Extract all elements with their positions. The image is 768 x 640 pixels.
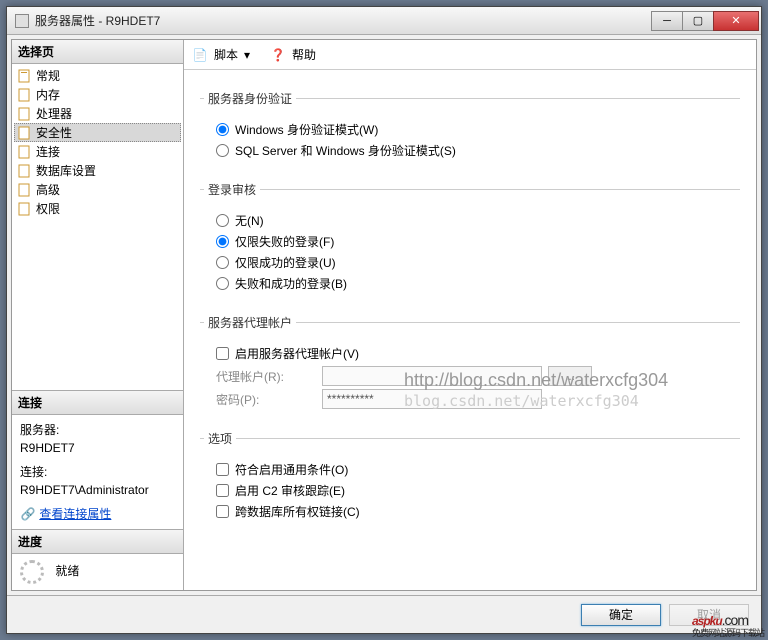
toolbar: 📄 脚本 ▾ ❓ 帮助 bbox=[184, 40, 756, 70]
proxy-group: 服务器代理帐户 启用服务器代理帐户(V) 代理帐户(R): ... 密码(P): bbox=[200, 314, 740, 416]
opt-c2-label: 启用 C2 审核跟踪(E) bbox=[235, 482, 345, 499]
progress-header: 进度 bbox=[12, 530, 183, 554]
sidebar-item-label: 安全性 bbox=[36, 124, 72, 141]
script-button[interactable]: 脚本 bbox=[214, 46, 238, 63]
sidebar-item-permissions[interactable]: 权限 bbox=[14, 199, 181, 218]
proxy-legend: 服务器代理帐户 bbox=[204, 314, 296, 331]
sidebar-item-label: 内存 bbox=[36, 86, 60, 103]
view-connection-properties-link[interactable]: 查看连接属性 bbox=[39, 507, 111, 521]
nav-list: 常规 内存 处理器 安全性 连接 数据库设置 高级 权限 bbox=[12, 64, 183, 390]
page-icon bbox=[18, 126, 32, 140]
maximize-button[interactable]: ▢ bbox=[682, 11, 714, 31]
connection-header: 连接 bbox=[12, 391, 183, 415]
auth-group: 服务器身份验证 Windows 身份验证模式(W) SQL Server 和 W… bbox=[200, 90, 740, 167]
audit-success-label: 仅限成功的登录(U) bbox=[235, 254, 336, 271]
script-icon: 📄 bbox=[192, 47, 208, 63]
sidebar-item-connections[interactable]: 连接 bbox=[14, 142, 181, 161]
sidebar-item-label: 连接 bbox=[36, 143, 60, 160]
progress-status: 就绪 bbox=[55, 564, 79, 578]
app-icon bbox=[15, 14, 29, 28]
audit-none-label: 无(N) bbox=[235, 212, 264, 229]
sidebar-item-label: 数据库设置 bbox=[36, 162, 96, 179]
page-icon bbox=[18, 88, 32, 102]
conn-label: 连接: bbox=[20, 463, 175, 481]
page-icon bbox=[18, 164, 32, 178]
sidebar-item-label: 高级 bbox=[36, 181, 60, 198]
proxy-browse-button[interactable]: ... bbox=[548, 366, 592, 386]
page-icon bbox=[18, 69, 32, 83]
sidebar-item-processors[interactable]: 处理器 bbox=[14, 104, 181, 123]
progress-body: 就绪 bbox=[12, 554, 183, 590]
close-button[interactable]: ✕ bbox=[713, 11, 759, 31]
ok-button[interactable]: 确定 bbox=[581, 604, 661, 626]
opt-common-label: 符合启用通用条件(O) bbox=[235, 461, 348, 478]
content-area: 服务器身份验证 Windows 身份验证模式(W) SQL Server 和 W… bbox=[184, 70, 756, 590]
minimize-button[interactable]: ─ bbox=[651, 11, 683, 31]
window-buttons: ─ ▢ ✕ bbox=[652, 11, 759, 31]
progress-panel: 进度 就绪 bbox=[12, 529, 183, 590]
properties-icon: 🔗 bbox=[20, 506, 36, 522]
select-page-header: 选择页 bbox=[12, 40, 183, 64]
page-icon bbox=[18, 107, 32, 121]
sidebar-item-database-settings[interactable]: 数据库设置 bbox=[14, 161, 181, 180]
auth-mixed-radio[interactable] bbox=[216, 144, 229, 157]
proxy-password-input[interactable] bbox=[322, 389, 542, 409]
dialog-body: 选择页 常规 内存 处理器 安全性 连接 数据库设置 高级 权限 连接 服务器:… bbox=[11, 39, 757, 591]
auth-windows-radio[interactable] bbox=[216, 123, 229, 136]
sidebar-item-security[interactable]: 安全性 bbox=[14, 123, 181, 142]
help-icon: ❓ bbox=[270, 47, 286, 63]
dropdown-arrow-icon[interactable]: ▾ bbox=[244, 48, 250, 62]
footer: 确定 取消 bbox=[7, 595, 761, 633]
audit-group: 登录审核 无(N) 仅限失败的登录(F) 仅限成功的登录(U) 失败和成功的登录… bbox=[200, 181, 740, 300]
page-icon bbox=[18, 202, 32, 216]
server-label: 服务器: bbox=[20, 421, 175, 439]
audit-failed-radio[interactable] bbox=[216, 235, 229, 248]
connection-body: 服务器: R9HDET7 连接: R9HDET7\Administrator 🔗… bbox=[12, 415, 183, 529]
sidebar-item-advanced[interactable]: 高级 bbox=[14, 180, 181, 199]
help-button[interactable]: 帮助 bbox=[292, 46, 316, 63]
sidebar-item-label: 权限 bbox=[36, 200, 60, 217]
options-legend: 选项 bbox=[204, 430, 236, 447]
audit-legend: 登录审核 bbox=[204, 181, 260, 198]
main-area: 📄 脚本 ▾ ❓ 帮助 服务器身份验证 Windows 身份验证模式(W) SQ… bbox=[184, 40, 756, 590]
sidebar-item-label: 处理器 bbox=[36, 105, 72, 122]
conn-value: R9HDET7\Administrator bbox=[20, 481, 175, 499]
sidebar-item-memory[interactable]: 内存 bbox=[14, 85, 181, 104]
audit-both-radio[interactable] bbox=[216, 277, 229, 290]
window-title: 服务器属性 - R9HDET7 bbox=[35, 12, 652, 29]
dialog-window: 服务器属性 - R9HDET7 ─ ▢ ✕ 选择页 常规 内存 处理器 安全性 … bbox=[6, 6, 762, 634]
page-icon bbox=[18, 183, 32, 197]
cancel-button[interactable]: 取消 bbox=[669, 604, 749, 626]
audit-success-radio[interactable] bbox=[216, 256, 229, 269]
audit-none-radio[interactable] bbox=[216, 214, 229, 227]
page-icon bbox=[18, 145, 32, 159]
opt-crossdb-checkbox[interactable] bbox=[216, 505, 229, 518]
opt-c2-checkbox[interactable] bbox=[216, 484, 229, 497]
sidebar-item-label: 常规 bbox=[36, 67, 60, 84]
spinner-icon bbox=[20, 560, 44, 584]
sidebar: 选择页 常规 内存 处理器 安全性 连接 数据库设置 高级 权限 连接 服务器:… bbox=[12, 40, 184, 590]
proxy-account-label: 代理帐户(R): bbox=[216, 368, 316, 385]
titlebar: 服务器属性 - R9HDET7 ─ ▢ ✕ bbox=[7, 7, 761, 35]
opt-common-checkbox[interactable] bbox=[216, 463, 229, 476]
proxy-enable-label: 启用服务器代理帐户(V) bbox=[235, 345, 359, 362]
auth-legend: 服务器身份验证 bbox=[204, 90, 296, 107]
opt-crossdb-label: 跨数据库所有权链接(C) bbox=[235, 503, 360, 520]
proxy-password-label: 密码(P): bbox=[216, 391, 316, 408]
proxy-enable-checkbox[interactable] bbox=[216, 347, 229, 360]
options-group: 选项 符合启用通用条件(O) 启用 C2 审核跟踪(E) 跨数据库所有权链接(C… bbox=[200, 430, 740, 528]
proxy-account-input[interactable] bbox=[322, 366, 542, 386]
audit-both-label: 失败和成功的登录(B) bbox=[235, 275, 347, 292]
connection-panel: 连接 服务器: R9HDET7 连接: R9HDET7\Administrato… bbox=[12, 390, 183, 529]
sidebar-item-general[interactable]: 常规 bbox=[14, 66, 181, 85]
auth-mixed-label: SQL Server 和 Windows 身份验证模式(S) bbox=[235, 142, 456, 159]
server-value: R9HDET7 bbox=[20, 439, 175, 457]
auth-windows-label: Windows 身份验证模式(W) bbox=[235, 121, 378, 138]
audit-failed-label: 仅限失败的登录(F) bbox=[235, 233, 334, 250]
